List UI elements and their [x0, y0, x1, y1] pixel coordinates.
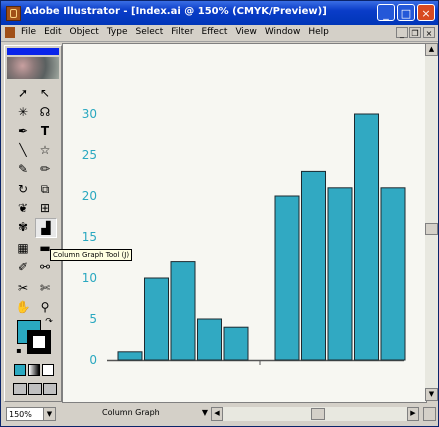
y-tick-label: 30	[82, 107, 97, 121]
type-tool-icon[interactable]: T	[35, 122, 55, 140]
y-tick-label: 5	[89, 312, 97, 326]
bar	[170, 261, 196, 361]
line-tool-icon[interactable]: ╲	[13, 141, 33, 159]
doc-minimize-button[interactable]: _	[396, 27, 408, 38]
doc-restore-button[interactable]: ❐	[409, 27, 421, 38]
vertical-scroll-thumb[interactable]	[425, 223, 438, 235]
horizontal-scrollbar[interactable]: ◀ ▶	[211, 407, 419, 421]
scissors-tool-icon[interactable]: ✄	[35, 279, 55, 297]
column-graph-tool-icon[interactable]: ▟	[35, 218, 57, 238]
menu-items: File Edit Object Type Select Filter Effect View…	[17, 27, 333, 37]
bar	[117, 351, 143, 361]
status-tool-name: Column Graph	[102, 408, 160, 417]
bar	[380, 187, 406, 361]
bar	[301, 170, 326, 361]
toolbox-logo-image	[7, 57, 59, 79]
star-tool-icon[interactable]: ☆	[35, 141, 55, 159]
color-mode-icon[interactable]	[14, 364, 26, 376]
resize-grip-icon[interactable]	[423, 407, 436, 421]
column-graph[interactable]: 0 5 10 15 20 25 30	[63, 44, 426, 402]
y-tick-label: 15	[82, 230, 97, 244]
direct-selection-tool-icon[interactable]: ↖	[35, 84, 55, 102]
illustrator-app-icon[interactable]	[6, 6, 21, 21]
menu-item-edit[interactable]: Edit	[40, 27, 65, 37]
tool-tooltip: Column Graph Tool (J)	[50, 249, 133, 261]
free-transform-tool-icon[interactable]: ⊞	[35, 199, 55, 217]
menu-item-type[interactable]: Type	[103, 27, 132, 37]
y-tick-label: 20	[82, 189, 97, 203]
toolbox-header[interactable]	[7, 48, 59, 55]
full-screen-mode-icon[interactable]	[43, 383, 57, 395]
default-colors-icon[interactable]: ▪	[14, 346, 24, 356]
menu-item-file[interactable]: File	[17, 27, 40, 37]
y-tick-label: 10	[82, 271, 97, 285]
menu-item-filter[interactable]: Filter	[167, 27, 197, 37]
bar	[144, 277, 169, 361]
zoom-level-value: 150%	[9, 410, 32, 419]
status-menu-arrow-icon[interactable]: ▼	[200, 407, 210, 420]
gradient-mode-icon[interactable]	[28, 364, 40, 376]
doc-close-button[interactable]: ×	[423, 27, 435, 38]
scroll-down-button[interactable]: ▼	[425, 388, 438, 401]
pencil-tool-icon[interactable]: ✏	[35, 160, 55, 178]
swap-fill-stroke-icon[interactable]: ↷	[43, 317, 55, 327]
menu-bar: File Edit Object Type Select Filter Effect View…	[1, 25, 438, 42]
standard-screen-mode-icon[interactable]	[13, 383, 27, 395]
scroll-right-button[interactable]: ▶	[407, 407, 419, 421]
stroke-swatch[interactable]	[27, 330, 51, 354]
document-icon[interactable]	[5, 27, 15, 38]
bar	[354, 113, 379, 361]
window-title: Adobe Illustrator - [Index.ai @ 150% (CM…	[24, 6, 327, 17]
paintbrush-tool-icon[interactable]: ✎	[13, 160, 33, 178]
bar	[274, 195, 300, 361]
lasso-tool-icon[interactable]: ☊	[35, 103, 55, 121]
full-screen-menu-mode-icon[interactable]	[28, 383, 42, 395]
slice-tool-icon[interactable]: ✂	[13, 279, 33, 297]
hand-tool-icon[interactable]: ✋	[13, 298, 33, 316]
scale-tool-icon[interactable]: ⧉	[35, 180, 55, 198]
zoom-level-field[interactable]: 150% ▼	[6, 407, 56, 421]
zoom-dropdown-arrow-icon[interactable]: ▼	[43, 408, 55, 420]
scroll-left-button[interactable]: ◀	[211, 407, 223, 421]
bar	[223, 326, 249, 361]
toolbox: ➚ ↖ ✳ ☊ ✒ T ╲ ☆ ✎ ✏ ↻ ⧉ ❦ ⊞ ✾ ▟ ▦ ▬ ✐ ⚯ …	[4, 45, 62, 402]
artboard-canvas[interactable]: 0 5 10 15 20 25 30	[62, 43, 427, 403]
symbol-sprayer-tool-icon[interactable]: ✾	[13, 218, 33, 236]
menu-item-help[interactable]: Help	[304, 27, 333, 37]
close-button[interactable]: ×	[417, 4, 435, 21]
y-tick-label: 25	[82, 148, 97, 162]
scroll-up-button[interactable]: ▲	[425, 43, 438, 56]
rotate-tool-icon[interactable]: ↻	[13, 180, 33, 198]
bar	[327, 187, 353, 361]
menu-item-window[interactable]: Window	[261, 27, 305, 37]
menu-item-select[interactable]: Select	[131, 27, 167, 37]
maximize-button[interactable]: □	[397, 4, 415, 21]
minimize-button[interactable]: _	[377, 4, 395, 21]
menu-item-object[interactable]: Object	[66, 27, 103, 37]
mesh-tool-icon[interactable]: ▦	[13, 239, 33, 257]
title-bar[interactable]: Adobe Illustrator - [Index.ai @ 150% (CM…	[1, 1, 438, 25]
pen-tool-icon[interactable]: ✒	[13, 122, 33, 140]
none-mode-icon[interactable]	[42, 364, 54, 376]
menu-item-effect[interactable]: Effect	[198, 27, 232, 37]
eyedropper-tool-icon[interactable]: ✐	[13, 258, 33, 276]
bar	[197, 318, 222, 361]
warp-tool-icon[interactable]: ❦	[13, 199, 33, 217]
vertical-scrollbar[interactable]: ▲ ▼	[425, 43, 438, 401]
y-tick-label: 0	[89, 353, 97, 367]
menu-item-view[interactable]: View	[231, 27, 260, 37]
status-bar: 150% ▼ Column Graph ▼ ◀ ▶	[1, 404, 438, 426]
horizontal-scroll-thumb[interactable]	[311, 408, 325, 420]
app-window: Adobe Illustrator - [Index.ai @ 150% (CM…	[0, 0, 439, 427]
selection-tool-icon[interactable]: ➚	[13, 84, 33, 102]
zoom-tool-icon[interactable]: ⚲	[35, 298, 55, 316]
magic-wand-tool-icon[interactable]: ✳	[13, 103, 33, 121]
